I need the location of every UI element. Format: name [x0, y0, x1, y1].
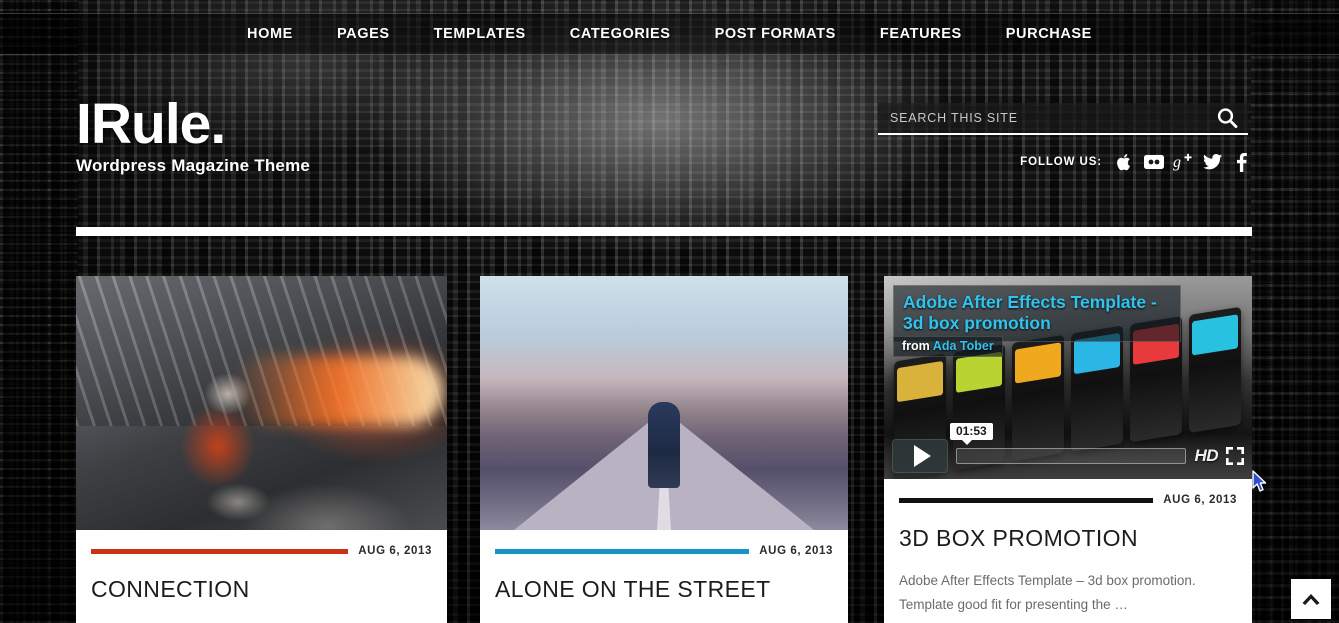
post-meta: AUG 6, 2013	[495, 530, 833, 557]
video-time-label: 01:53	[950, 423, 993, 445]
site-title: IRule.	[76, 92, 226, 156]
post-date: AUG 6, 2013	[759, 545, 833, 557]
post-accent-bar	[495, 548, 750, 554]
video-progress-bar[interactable]	[956, 448, 1187, 464]
post-title[interactable]: ALONE ON THE STREET	[495, 576, 833, 603]
post-accent-bar	[899, 497, 1154, 503]
nav-item-features[interactable]: FEATURES	[858, 26, 984, 42]
main-navigation: HOME PAGES TEMPLATES CATEGORIES POST FOR…	[0, 13, 1339, 55]
post-accent-bar	[91, 548, 349, 554]
video-controls: 01:53 HD	[884, 423, 1252, 479]
post-title[interactable]: 3D BOX PROMOTION	[899, 525, 1237, 552]
post-title[interactable]: CONNECTION	[91, 576, 432, 603]
nav-item-post-formats[interactable]: POST FORMATS	[693, 26, 858, 42]
header-divider-bar	[76, 227, 1252, 236]
search-icon	[1217, 108, 1238, 129]
post-date: AUG 6, 2013	[1163, 494, 1237, 506]
post-date: AUG 6, 2013	[358, 545, 432, 557]
video-progress-area: 01:53	[950, 423, 1187, 473]
post-excerpt: Adobe After Effects Template – 3d box pr…	[899, 569, 1237, 617]
nav-item-templates[interactable]: TEMPLATES	[412, 26, 548, 42]
flickr-icon[interactable]	[1144, 152, 1164, 172]
scroll-to-top-button[interactable]	[1291, 579, 1331, 619]
post-card-3d-box-promotion[interactable]: Adobe After Effects Template - 3d box pr…	[884, 276, 1252, 623]
facebook-icon[interactable]	[1231, 152, 1251, 172]
post-excerpt-line-2: Template good fit for presenting the …	[899, 597, 1128, 612]
mouse-cursor	[1252, 470, 1267, 492]
video-from-label: from	[902, 339, 930, 353]
video-byline: from Ada Tober	[893, 336, 1003, 357]
site-search	[878, 103, 1248, 135]
post-meta: AUG 6, 2013	[91, 530, 432, 557]
follow-us-label: FOLLOW US:	[1020, 156, 1102, 168]
svg-text:g: g	[1173, 154, 1181, 171]
post-card-body: AUG 6, 2013 3D BOX PROMOTION Adobe After…	[884, 479, 1252, 623]
site-tagline: Wordpress Magazine Theme	[76, 156, 311, 175]
play-icon	[913, 445, 931, 467]
nav-item-categories[interactable]: CATEGORIES	[548, 26, 693, 42]
video-hd-toggle[interactable]: HD	[1194, 446, 1218, 466]
nav-item-purchase[interactable]: PURCHASE	[984, 26, 1114, 42]
video-author[interactable]: Ada Tober	[933, 339, 994, 353]
apple-icon[interactable]	[1115, 152, 1135, 172]
thumbnail-subject	[156, 374, 316, 524]
social-follow-bar: FOLLOW US: g	[1020, 152, 1251, 172]
fullscreen-button[interactable]	[1226, 447, 1244, 465]
video-title-overlay[interactable]: Adobe After Effects Template - 3d box pr…	[893, 285, 1181, 342]
nav-item-pages[interactable]: PAGES	[315, 26, 412, 42]
post-card-alone-on-the-street[interactable]: AUG 6, 2013 ALONE ON THE STREET Cras feu…	[480, 276, 848, 623]
chevron-up-icon	[1302, 594, 1320, 605]
video-title: Adobe After Effects Template - 3d box pr…	[903, 292, 1157, 333]
post-meta: AUG 6, 2013	[899, 479, 1237, 506]
fullscreen-icon	[1226, 447, 1244, 465]
post-card-body: AUG 6, 2013 CONNECTION Integer tincidunt…	[76, 530, 447, 623]
nav-list: HOME PAGES TEMPLATES CATEGORIES POST FOR…	[225, 26, 1114, 42]
poster-box	[1189, 306, 1241, 433]
google-plus-icon[interactable]: g	[1173, 152, 1193, 172]
page-root: HOME PAGES TEMPLATES CATEGORIES POST FOR…	[0, 0, 1339, 623]
site-branding[interactable]: IRule. Wordpress Magazine Theme	[76, 96, 310, 176]
twitter-icon[interactable]	[1202, 152, 1222, 172]
post-excerpt-line-1: Adobe After Effects Template – 3d box pr…	[899, 573, 1196, 588]
nav-item-home[interactable]: HOME	[225, 26, 315, 42]
play-button[interactable]	[892, 439, 948, 473]
video-player[interactable]: Adobe After Effects Template - 3d box pr…	[884, 276, 1252, 479]
post-thumbnail-connection[interactable]	[76, 276, 447, 530]
post-thumbnail-alone-on-the-street[interactable]	[480, 276, 848, 530]
post-card-connection[interactable]: AUG 6, 2013 CONNECTION Integer tincidunt…	[76, 276, 447, 623]
post-card-body: AUG 6, 2013 ALONE ON THE STREET Cras feu…	[480, 530, 848, 623]
search-input[interactable]	[878, 103, 1206, 133]
search-button[interactable]	[1206, 103, 1248, 133]
thumbnail-subject	[648, 402, 680, 488]
